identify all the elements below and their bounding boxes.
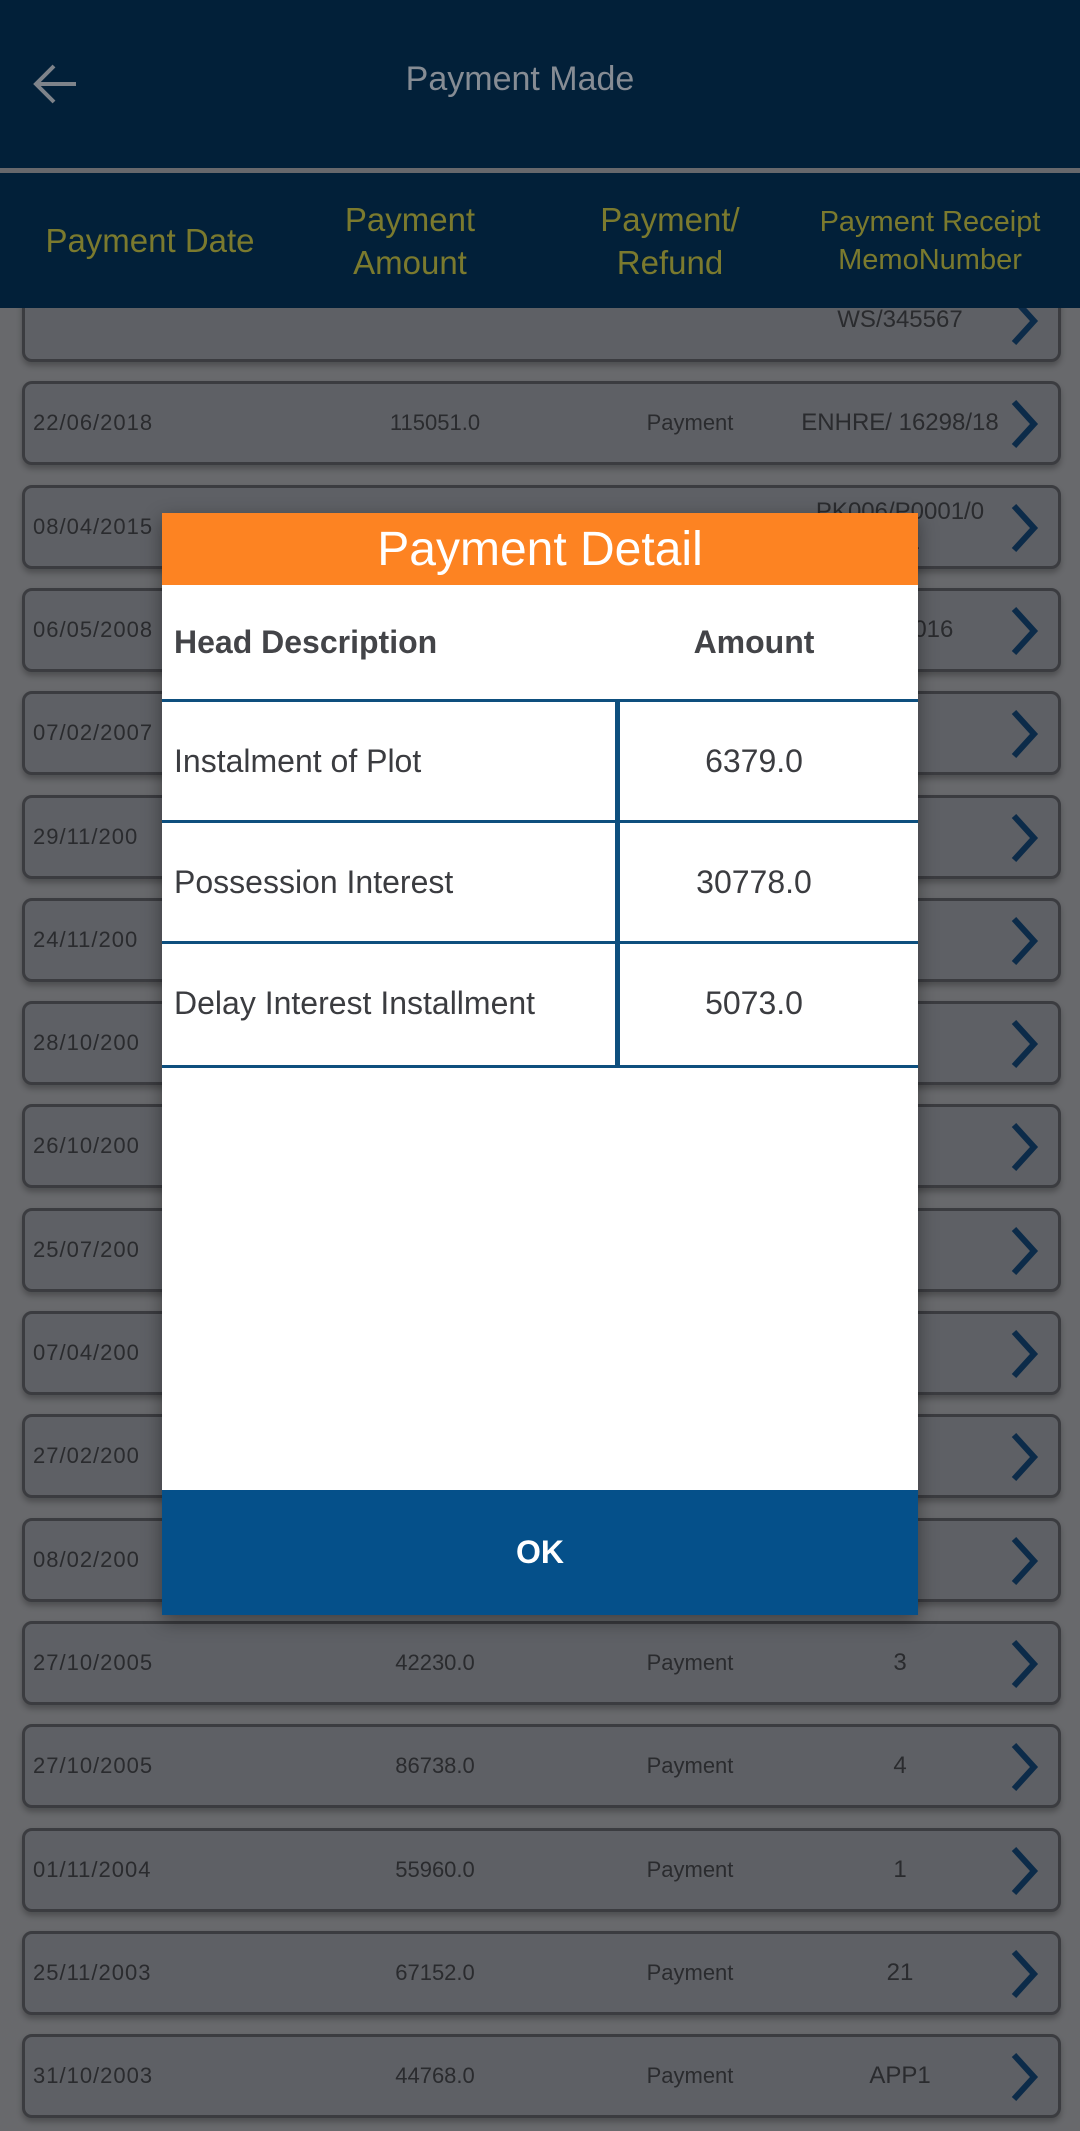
payment-amount: 44768.0: [395, 2063, 475, 2089]
chevron-right-icon[interactable]: [1004, 502, 1044, 554]
app-bar: Payment Made: [0, 0, 1080, 168]
payment-date: 27/10/2005: [33, 1649, 154, 1675]
payment-type: Payment: [646, 1856, 734, 1882]
payment-date: 27/10/2005: [33, 1753, 154, 1779]
chevron-right-icon[interactable]: [1004, 2051, 1044, 2103]
memo-number: 4: [893, 1752, 907, 1780]
payment-type: Payment: [646, 1753, 734, 1779]
payment-amount: 42230.0: [395, 1649, 475, 1675]
column-header-type: Payment/ Refund: [600, 200, 740, 281]
table-row[interactable]: 27/10/2005 42230.0 Payment 3: [22, 1620, 1061, 1705]
memo-number: ENHRE/ 16298/18: [801, 409, 999, 437]
payment-date: 25/11/2003: [33, 1959, 152, 1985]
payment-date: 24/11/200: [33, 926, 139, 952]
payment-amount: 86738.0: [395, 1753, 475, 1779]
detail-table-header: Head Description Amount: [162, 585, 918, 699]
chevron-right-icon[interactable]: [1004, 1638, 1044, 1690]
payment-date: 07/02/2007: [33, 720, 154, 746]
detail-description: Possession Interest: [174, 863, 454, 900]
memo-number: 1: [893, 1855, 907, 1883]
payment-date: 28/10/200: [33, 1030, 140, 1056]
memo-number: APP1: [869, 2062, 931, 2090]
chevron-right-icon[interactable]: [1004, 308, 1044, 347]
payment-type: Payment: [646, 2063, 734, 2089]
payment-date: 29/11/200: [33, 823, 139, 849]
dialog-title: Payment Detail: [162, 513, 918, 585]
chevron-right-icon[interactable]: [1004, 1431, 1044, 1483]
payment-date: 31/10/2003: [33, 2063, 154, 2089]
chevron-right-icon[interactable]: [1004, 1328, 1044, 1380]
column-header-date: Payment Date: [45, 221, 255, 259]
page-title: Payment Made: [405, 60, 635, 98]
detail-amount: 6379.0: [705, 742, 803, 779]
memo-number: 3: [893, 1648, 907, 1676]
ok-button[interactable]: OK: [162, 1490, 918, 1615]
payment-date: 07/04/200: [33, 1340, 140, 1365]
table-row[interactable]: 25/11/2003 67152.0 Payment 21: [22, 1930, 1061, 2015]
payment-date: 08/02/200: [33, 1546, 140, 1572]
detail-row: Delay Interest Installment 5073.0: [162, 941, 918, 1068]
chevron-right-icon[interactable]: [1004, 708, 1044, 760]
detail-amount: 5073.0: [705, 984, 803, 1021]
payment-type: Payment: [646, 1649, 734, 1675]
detail-description: Instalment of Plot: [174, 742, 422, 779]
detail-row: Possession Interest 30778.0: [162, 820, 918, 944]
table-row[interactable]: WS/345567: [22, 308, 1061, 362]
memo-number: WS/345567: [837, 308, 963, 333]
memo-number: 21: [886, 1958, 914, 1986]
detail-amount: 30778.0: [696, 863, 812, 900]
payment-amount: [325, 308, 545, 359]
payment-date: 26/10/200: [33, 1133, 140, 1159]
payment-date: 08/04/2015: [33, 513, 154, 539]
payment-amount: 67152.0: [395, 1959, 475, 1985]
payment-date: 25/07/200: [33, 1236, 140, 1262]
column-header-memo: Payment Receipt MemoNumber: [819, 205, 1041, 276]
detail-row: Instalment of Plot 6379.0: [162, 699, 918, 823]
payment-date: 06/05/2008: [33, 616, 154, 642]
chevron-right-icon[interactable]: [1004, 812, 1044, 864]
column-header-amount: Payment Amount: [344, 200, 476, 281]
chevron-right-icon[interactable]: [1004, 1535, 1044, 1587]
chevron-right-icon[interactable]: [1004, 1018, 1044, 1070]
column-headers: Payment Date Payment Amount Payment/ Ref…: [0, 173, 1080, 308]
payment-date: 22/06/2018: [33, 410, 154, 436]
payment-amount: 115051.0: [389, 410, 481, 436]
chevron-right-icon[interactable]: [1004, 1225, 1044, 1277]
chevron-right-icon[interactable]: [1004, 1845, 1044, 1897]
chevron-right-icon[interactable]: [1004, 915, 1044, 967]
payment-date: 27/02/200: [33, 1443, 140, 1469]
amount-label: Amount: [693, 623, 815, 660]
chevron-right-icon[interactable]: [1004, 1948, 1044, 2000]
table-row[interactable]: 31/10/2003 44768.0 Payment APP1: [22, 2034, 1061, 2119]
chevron-right-icon[interactable]: [1004, 1121, 1044, 1173]
chevron-right-icon[interactable]: [1004, 1741, 1044, 1793]
payment-type: Payment: [646, 410, 734, 436]
table-row[interactable]: 22/06/2018 115051.0 Payment ENHRE/ 16298/18: [22, 381, 1061, 466]
detail-description: Delay Interest Installment: [174, 984, 536, 1021]
chevron-right-icon[interactable]: [1004, 605, 1044, 657]
payment-date: 01/11/2004: [33, 1856, 152, 1882]
payment-amount: 55960.0: [395, 1856, 475, 1882]
payment-type: [585, 308, 795, 359]
payment-type: Payment: [646, 1959, 734, 1985]
chevron-right-icon[interactable]: [1004, 398, 1044, 450]
table-row[interactable]: 27/10/2005 86738.0 Payment 4: [22, 1724, 1061, 1809]
payment-detail-dialog: Payment Detail Head Description Amount I…: [162, 513, 918, 1615]
table-row[interactable]: 01/11/2004 55960.0 Payment 1: [22, 1827, 1061, 1912]
head-description-label: Head Description: [174, 623, 438, 660]
